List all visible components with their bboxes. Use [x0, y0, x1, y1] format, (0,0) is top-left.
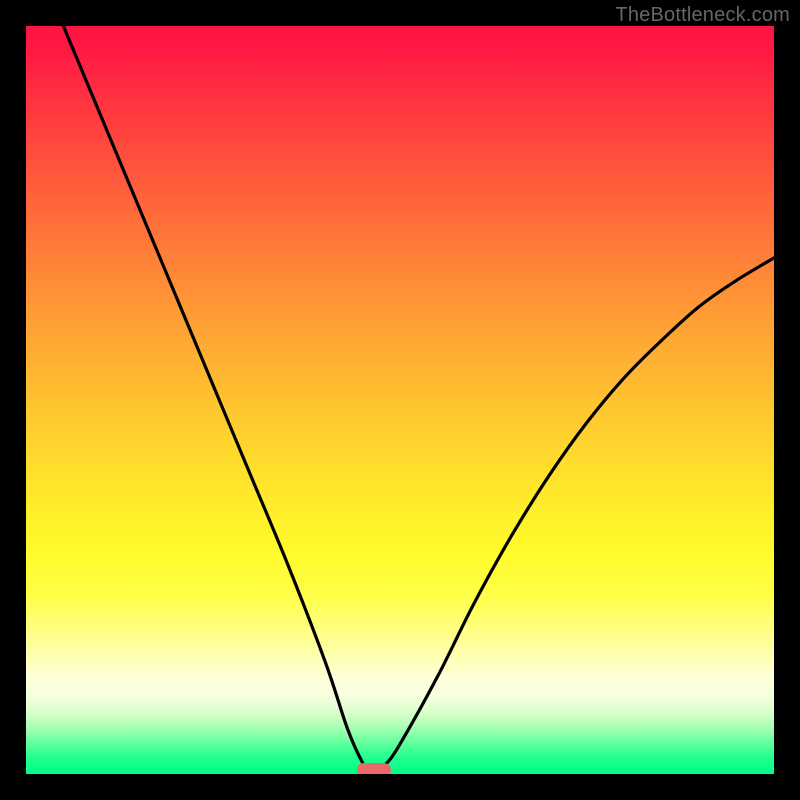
- watermark-text: TheBottleneck.com: [615, 4, 790, 27]
- chart-frame: TheBottleneck.com: [0, 0, 800, 800]
- bottleneck-curve-path: [63, 26, 774, 771]
- plot-area: [26, 26, 774, 774]
- optimal-point-marker: [357, 763, 391, 774]
- bottleneck-curve: [26, 26, 774, 774]
